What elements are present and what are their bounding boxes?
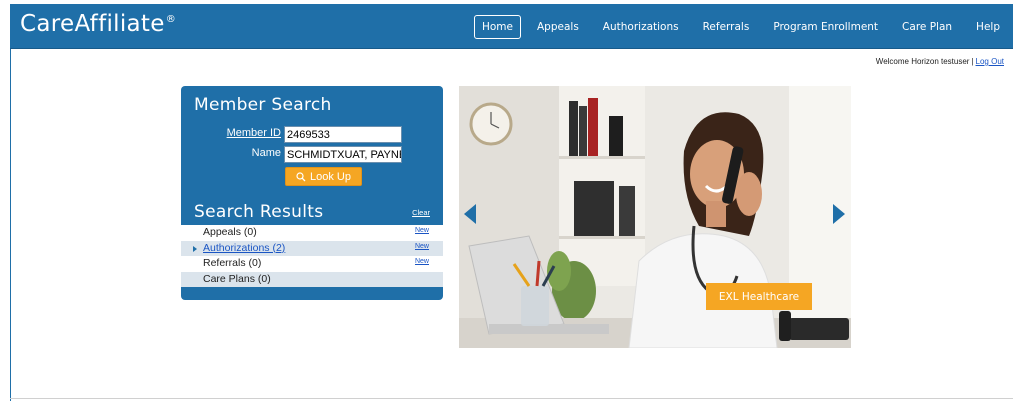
member-search-panel: Member Search Member ID 2469533 Name SCH…	[181, 86, 443, 300]
result-label-appeals: Appeals (0)	[203, 226, 257, 238]
hero-caption: EXL Healthcare	[706, 283, 812, 310]
carousel-prev-button[interactable]	[464, 204, 476, 224]
member-id-label[interactable]: Member ID	[227, 127, 281, 139]
new-appeal-link[interactable]: New	[415, 223, 429, 239]
nav-appeals[interactable]: Appeals	[537, 21, 579, 33]
main-nav: Home Appeals Authorizations Referrals Pr…	[473, 4, 1013, 49]
welcome-text: Welcome Horizon testuser	[875, 57, 970, 66]
hero-carousel: EXL Healthcare	[459, 86, 851, 348]
result-label-authorizations[interactable]: Authorizations (2)	[203, 241, 285, 257]
welcome-separator: |	[971, 57, 974, 66]
search-results-list: Appeals (0) New Authorizations (2) New R…	[181, 225, 443, 287]
top-nav-bar: CareAffiliate® Home Appeals Authorizatio…	[10, 4, 1013, 49]
member-id-input[interactable]: 2469533	[284, 126, 402, 143]
bottom-border	[10, 398, 1013, 399]
new-authorization-link[interactable]: New	[415, 239, 429, 255]
nav-care-plan[interactable]: Care Plan	[902, 21, 952, 33]
brand-logo[interactable]: CareAffiliate®	[20, 11, 176, 37]
search-results-title: Search Results	[194, 202, 324, 222]
welcome-bar: Welcome Horizon testuser | Log Out	[876, 57, 1004, 66]
carousel-next-button[interactable]	[833, 204, 845, 224]
result-label-referrals: Referrals (0)	[203, 257, 262, 269]
nav-program-enrollment[interactable]: Program Enrollment	[773, 21, 878, 33]
nav-referrals[interactable]: Referrals	[703, 21, 750, 33]
lookup-button-label: Look Up	[310, 170, 351, 183]
lookup-button[interactable]: Look Up	[285, 167, 362, 186]
clear-link[interactable]: Clear	[412, 208, 430, 217]
nav-authorizations[interactable]: Authorizations	[603, 21, 679, 33]
result-row-care-plans: Care Plans (0)	[181, 271, 443, 287]
nav-help[interactable]: Help	[976, 21, 1000, 33]
result-row-appeals: Appeals (0) New	[181, 225, 443, 241]
result-label-care-plans: Care Plans (0)	[203, 272, 271, 285]
name-label: Name	[251, 147, 281, 159]
logout-link[interactable]: Log Out	[976, 57, 1004, 66]
result-row-referrals: Referrals (0) New	[181, 256, 443, 272]
registered-mark: ®	[165, 14, 177, 26]
nav-home[interactable]: Home	[473, 14, 521, 39]
new-referral-link[interactable]: New	[415, 254, 429, 270]
left-border	[10, 49, 11, 401]
name-input[interactable]: SCHMIDTXUAT, PAYNE	[284, 146, 402, 163]
expand-caret-icon[interactable]	[193, 245, 197, 252]
result-row-authorizations[interactable]: Authorizations (2) New	[181, 239, 443, 257]
search-icon	[296, 171, 306, 181]
member-search-title: Member Search	[194, 95, 332, 115]
